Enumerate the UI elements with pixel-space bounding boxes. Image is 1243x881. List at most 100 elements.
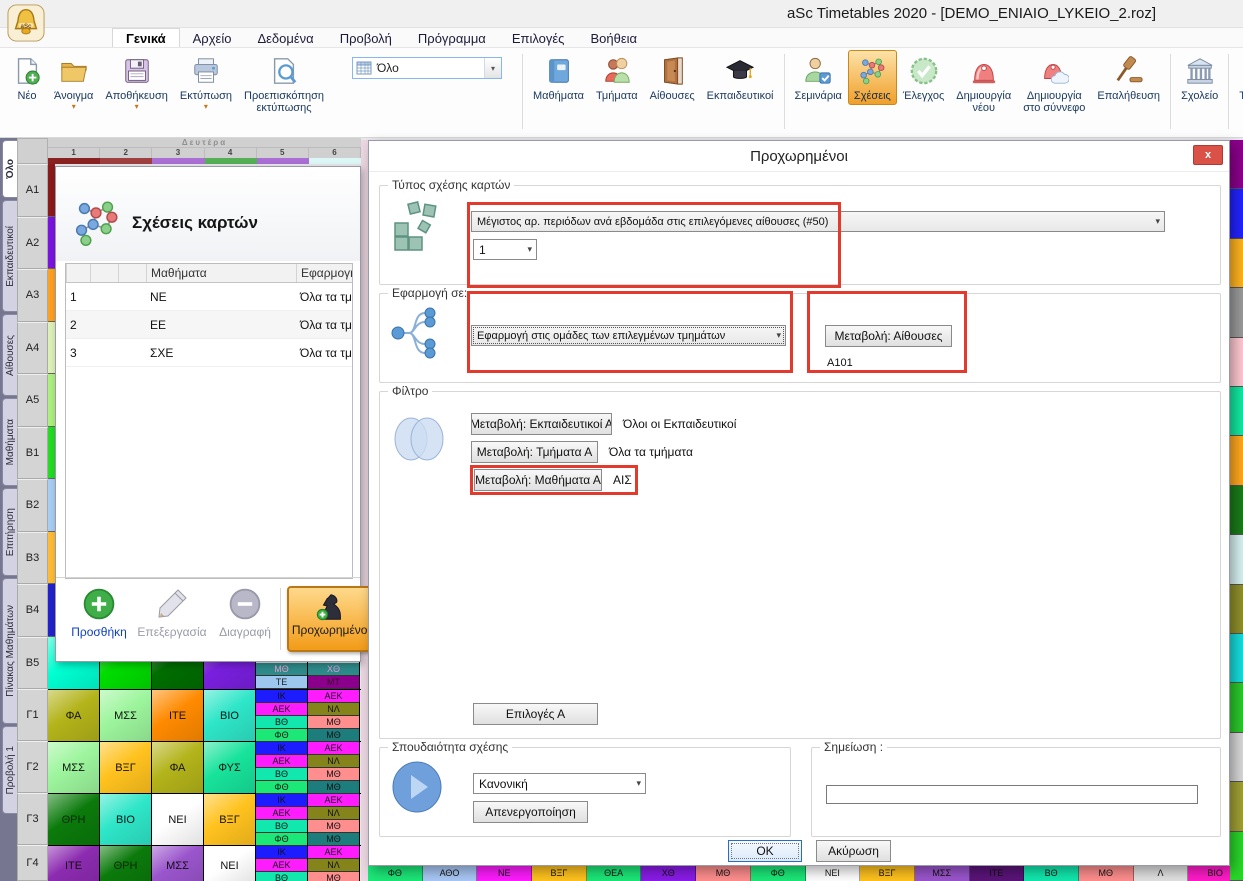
toolbar-button-door[interactable]: Αίθουσες: [644, 50, 701, 105]
timetable-card-mini[interactable]: ΙΚ: [256, 846, 307, 859]
row-label-B5[interactable]: B5: [17, 637, 48, 690]
timetable-card[interactable]: ΜΣΣ: [48, 742, 100, 793]
timetable-card[interactable]: ΘΡΗ: [100, 846, 152, 881]
timetable-card-mini[interactable]: ΜΘ: [308, 781, 359, 794]
filter-change-button-2[interactable]: Μεταβολή: Μαθήματα Α: [474, 469, 602, 491]
toolbar-button-grad-cap[interactable]: Εκπαιδευτικοί: [701, 50, 780, 105]
row-label-A4[interactable]: A4: [17, 322, 48, 375]
timetable-card-mini[interactable]: ΑΕΚ: [256, 703, 307, 716]
table-header-blank[interactable]: [118, 264, 146, 282]
timetable-card[interactable]: ΒΙΟ: [100, 794, 152, 845]
timetable-card[interactable]: ΒΞΓ: [100, 742, 152, 793]
timetable-card-mini[interactable]: ΝΛ: [308, 703, 359, 716]
options-a-button[interactable]: Επιλογές Α: [473, 703, 598, 725]
menu-item-Βοήθεια[interactable]: Βοήθεια: [577, 28, 650, 47]
timetable-card-mini[interactable]: ΝΛ: [308, 859, 359, 872]
toolbar-button-school[interactable]: Σχολείο: [1175, 50, 1224, 105]
filter-change-button-0[interactable]: Μεταβολή: Εκπαιδευτικοί Α: [471, 413, 612, 435]
edit-button[interactable]: Επεξεργασία: [130, 586, 214, 639]
timetable-card[interactable]: ΝΕΙ: [152, 794, 204, 845]
timetable-card-mini[interactable]: ΝΛ: [308, 807, 359, 820]
view-selector[interactable]: Όλο▾: [352, 57, 502, 79]
timetable-card-mini[interactable]: ΝΛ: [308, 755, 359, 768]
view-tab-Επιτήρηση[interactable]: Επιτήρηση: [2, 488, 17, 576]
timetable-card-mini[interactable]: ΦΘ: [256, 833, 307, 846]
row-label-Γ2[interactable]: Γ2: [17, 741, 48, 793]
toolbar-button-open-folder[interactable]: Άνοιγμα▾: [48, 50, 99, 113]
period-count-select[interactable]: 1▾: [473, 239, 537, 260]
timetable-card-mini[interactable]: ΒΞΓ: [860, 866, 915, 881]
timetable-card-mini[interactable]: ΒΘ: [1024, 866, 1079, 881]
timetable-card-mini[interactable]: ΑΕΚ: [308, 846, 359, 859]
timetable-card-mini[interactable]: ΜΘ: [308, 729, 359, 742]
timetable-card-mini[interactable]: ΑΕΚ: [256, 755, 307, 768]
timetable-card[interactable]: ΒΙΟ: [204, 690, 256, 741]
timetable-card[interactable]: ΦΑ: [48, 690, 100, 741]
timetable-card-mini[interactable]: ΦΘ: [256, 729, 307, 742]
timetable-card-mini[interactable]: Λ: [1134, 866, 1189, 881]
toolbar-button-relations[interactable]: Σχέσεις: [848, 50, 897, 105]
timetable-card-mini[interactable]: ΙΤΕ: [970, 866, 1025, 881]
row-label-B4[interactable]: B4: [17, 584, 48, 637]
timetable-card-mini[interactable]: ΒΘ: [256, 820, 307, 833]
view-tab-Όλο[interactable]: Όλο: [2, 140, 17, 198]
timetable-card-mini[interactable]: ΒΞΓ: [532, 866, 587, 881]
timetable-card-mini[interactable]: ΜΣΣ: [915, 866, 970, 881]
timetable-card[interactable]: ΙΤΕ: [48, 846, 100, 881]
toolbar-button-check-badge[interactable]: Έλεγχος: [897, 50, 950, 105]
toolbar-button-printer[interactable]: Εκτύπωση▾: [174, 50, 238, 113]
filter-change-button-1[interactable]: Μεταβολή: Τμήματα Α: [471, 441, 598, 463]
timetable-card-mini[interactable]: ΒΘ: [256, 872, 307, 881]
toolbar-button-print-preview[interactable]: Προεπισκόπηση εκτύπωσης: [238, 50, 330, 117]
timetable-card-mini[interactable]: ΝΕΙ: [806, 866, 861, 881]
timetable-card-mini[interactable]: ΜΤ: [308, 676, 359, 689]
timetable-card-mini[interactable]: ΜΘ: [308, 716, 359, 729]
table-header-blank[interactable]: [90, 264, 118, 282]
add-button[interactable]: Προσθήκη: [68, 586, 130, 639]
asc-bell-logo-icon[interactable]: aSc: [7, 4, 45, 42]
timetable-card-mini[interactable]: ΝΕ: [477, 866, 532, 881]
timetable-card-mini[interactable]: ΜΘ: [1079, 866, 1134, 881]
toolbar-button-siren[interactable]: Δημιουργία νέου: [950, 50, 1017, 117]
view-tab-Εκπαιδευτικοί[interactable]: Εκπαιδευτικοί: [2, 200, 17, 312]
timetable-card-mini[interactable]: ΜΘ: [308, 872, 359, 881]
toolbar-button-students[interactable]: Τμήματα: [590, 50, 644, 105]
view-tab-Μαθήματα[interactable]: Μαθήματα: [2, 398, 17, 486]
disable-button[interactable]: Απενεργοποίηση: [473, 801, 588, 823]
timetable-card-mini[interactable]: ΦΘ: [751, 866, 806, 881]
row-label-B1[interactable]: B1: [17, 427, 48, 480]
table-header-Εφαρμογή[interactable]: Εφαρμογή: [296, 264, 353, 282]
row-label-Γ1[interactable]: Γ1: [17, 689, 48, 741]
menu-item-Γενικά[interactable]: Γενικά: [112, 28, 180, 47]
menu-item-Δεδομένα[interactable]: Δεδομένα: [244, 28, 326, 47]
close-button[interactable]: x: [1193, 145, 1223, 165]
timetable-card-mini[interactable]: ΑΕΚ: [256, 807, 307, 820]
menu-item-Πρόγραμμα[interactable]: Πρόγραμμα: [405, 28, 499, 47]
timetable-card-mini[interactable]: ΤΕ: [256, 676, 307, 689]
timetable-card-mini[interactable]: ΘΕΑ: [587, 866, 642, 881]
timetable-card[interactable]: ΘΡΗ: [48, 794, 100, 845]
change-rooms-button[interactable]: Μεταβολή: Αίθουσες: [825, 325, 952, 347]
row-label-A2[interactable]: A2: [17, 217, 48, 270]
toolbar-button-book[interactable]: Μαθήματα: [527, 50, 590, 105]
cancel-button[interactable]: Ακύρωση: [816, 840, 891, 862]
ok-button[interactable]: OK: [728, 840, 802, 862]
timetable-card-mini[interactable]: ΜΘ: [308, 820, 359, 833]
table-row[interactable]: 3ΣΧΕΌλα τα τμ: [66, 339, 352, 367]
timetable-card[interactable]: ΝΕΙ: [204, 846, 256, 881]
toolbar-button-new-doc[interactable]: Νέο: [6, 50, 48, 105]
timetable-card[interactable]: ΙΤΕ: [152, 690, 204, 741]
table-row[interactable]: 2ΕΕΌλα τα τμ: [66, 311, 352, 339]
row-label-B2[interactable]: B2: [17, 479, 48, 532]
row-label-Γ3[interactable]: Γ3: [17, 793, 48, 845]
timetable-card-mini[interactable]: ΜΘ: [696, 866, 751, 881]
timetable-card-mini[interactable]: ΜΘ: [308, 768, 359, 781]
apply-to-select[interactable]: Εφαρμογή στις ομάδες των επιλεγμένων τμη…: [471, 325, 786, 346]
timetable-card-mini[interactable]: ΑΕΚ: [308, 794, 359, 807]
timetable-card-mini[interactable]: ΧΘ: [308, 663, 359, 676]
timetable-card-mini[interactable]: ΒΘ: [256, 768, 307, 781]
row-label-A5[interactable]: A5: [17, 374, 48, 427]
timetable-card[interactable]: ΦΥΣ: [204, 742, 256, 793]
delete-button[interactable]: Διαγραφή: [214, 586, 276, 639]
table-header-Μαθήματα[interactable]: Μαθήματα: [146, 264, 296, 282]
